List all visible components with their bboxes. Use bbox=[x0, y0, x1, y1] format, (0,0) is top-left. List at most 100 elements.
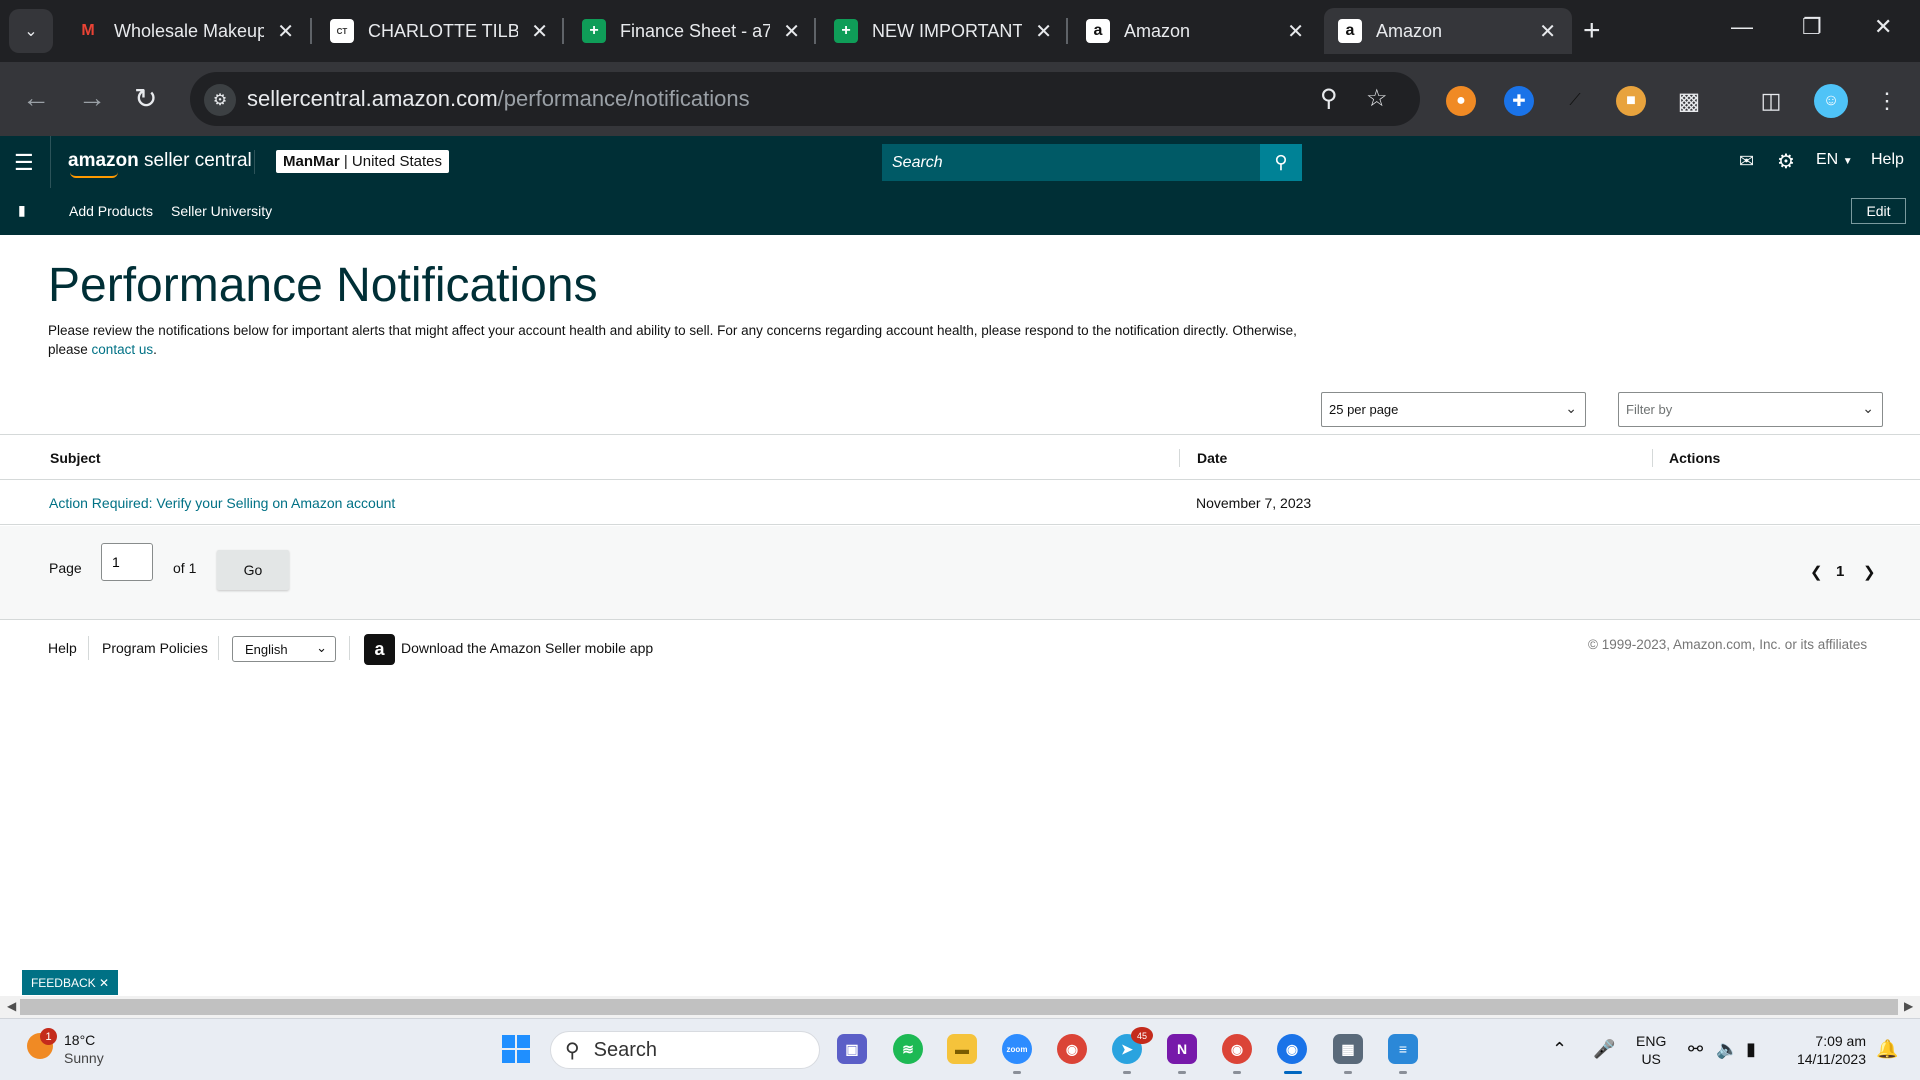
spotify-icon[interactable]: ≋ bbox=[893, 1034, 923, 1064]
settings-gear-icon[interactable]: ⚙ bbox=[1777, 149, 1795, 174]
side-panel-icon[interactable]: ◫ bbox=[1756, 86, 1786, 116]
weather-widget[interactable]: 18°C Sunny bbox=[64, 1031, 104, 1067]
minimize-icon[interactable]: — bbox=[1731, 14, 1753, 40]
go-button[interactable]: Go bbox=[217, 550, 289, 590]
footer-language-select[interactable]: English ⌄ bbox=[232, 636, 336, 662]
close-icon[interactable]: ✕ bbox=[531, 19, 548, 44]
hamburger-menu-icon[interactable]: ☰ bbox=[14, 150, 34, 176]
tab-separator bbox=[814, 18, 816, 44]
url-text[interactable]: sellercentral.amazon.com/performance/not… bbox=[247, 86, 750, 112]
close-icon[interactable]: ✕ bbox=[1287, 19, 1304, 44]
extension-blue-icon[interactable]: ✚ bbox=[1504, 86, 1534, 116]
notepad-icon[interactable]: ≡ bbox=[1388, 1034, 1418, 1064]
mail-icon[interactable]: ✉ bbox=[1739, 151, 1754, 172]
restore-icon[interactable]: ❐ bbox=[1802, 14, 1822, 40]
extensions-puzzle-icon[interactable]: ▩ bbox=[1674, 86, 1704, 116]
back-arrow-icon[interactable]: ← bbox=[22, 82, 50, 114]
tab-charlotte-tilbury[interactable]: CT CHARLOTTE TILBURY ✕ bbox=[316, 8, 564, 54]
profile-avatar[interactable]: ☺ bbox=[1814, 84, 1848, 118]
bookmark-star-icon[interactable]: ☆ bbox=[1366, 84, 1388, 113]
extension-honey-icon[interactable]: ■ bbox=[1616, 86, 1646, 116]
browser-menu-icon[interactable]: ⋮ bbox=[1872, 86, 1902, 116]
taskbar-search[interactable]: ⚲ Search bbox=[550, 1031, 820, 1069]
weather-desc: Sunny bbox=[64, 1050, 104, 1066]
search-input[interactable] bbox=[882, 144, 1260, 181]
add-products-link[interactable]: Add Products bbox=[69, 203, 153, 219]
calculator-icon[interactable]: ▦ bbox=[1333, 1034, 1363, 1064]
url-path: /performance/notifications bbox=[497, 86, 750, 111]
tab-gmail[interactable]: M Wholesale Makeup ✕ bbox=[62, 8, 310, 54]
close-icon[interactable]: ✕ bbox=[1539, 19, 1556, 44]
teams-chat-icon[interactable]: ▣ bbox=[837, 1034, 867, 1064]
tab-search-button[interactable]: ⌄ bbox=[9, 9, 53, 53]
scroll-left-icon[interactable]: ◀ bbox=[7, 999, 16, 1013]
page-title: Performance Notifications bbox=[48, 259, 598, 312]
browser-toolbar: ← → ↻ ⚙ sellercentral.amazon.com/perform… bbox=[0, 62, 1920, 136]
logo-amazon-text: amazon bbox=[68, 150, 139, 171]
bookmark-icon[interactable]: ▮ bbox=[18, 202, 26, 219]
amazon-seller-app-icon[interactable]: a bbox=[364, 634, 395, 665]
contact-us-link[interactable]: contact us bbox=[92, 342, 154, 357]
volume-icon[interactable]: 🔈 bbox=[1716, 1039, 1738, 1060]
horizontal-scrollbar[interactable]: ◀ ▶ bbox=[0, 996, 1920, 1018]
reload-icon[interactable]: ↻ bbox=[134, 82, 157, 115]
page-number-input[interactable] bbox=[101, 543, 153, 581]
notification-bell-icon[interactable]: 🔔 bbox=[1876, 1039, 1898, 1060]
per-page-select[interactable]: 25 per page ⌄ bbox=[1321, 392, 1586, 427]
chrome-active-icon[interactable]: ◉ bbox=[1277, 1034, 1307, 1064]
notification-subject-link[interactable]: Action Required: Verify your Selling on … bbox=[49, 495, 395, 511]
column-subject[interactable]: Subject bbox=[50, 450, 101, 466]
next-page-icon[interactable]: ❯ bbox=[1863, 563, 1876, 581]
close-icon[interactable]: ✕ bbox=[783, 19, 800, 44]
seller-central-logo[interactable]: amazon seller central bbox=[68, 150, 252, 178]
microphone-icon[interactable]: 🎤 bbox=[1593, 1039, 1615, 1060]
extension-dark-icon[interactable]: ⟋ bbox=[1560, 86, 1590, 116]
footer-help-link[interactable]: Help bbox=[48, 640, 77, 656]
column-divider bbox=[1652, 449, 1653, 467]
previous-page-icon[interactable]: ❮ bbox=[1810, 563, 1823, 581]
tab-title: Finance Sheet - a7 bbox=[620, 20, 770, 41]
site-info-icon[interactable]: ⚙ bbox=[204, 84, 236, 116]
tab-new-important[interactable]: + NEW IMPORTANT ✕ bbox=[820, 8, 1068, 54]
table-header: Subject Date Actions bbox=[0, 434, 1920, 480]
program-policies-link[interactable]: Program Policies bbox=[102, 640, 208, 656]
tab-finance-sheet[interactable]: + Finance Sheet - a7 ✕ bbox=[568, 8, 816, 54]
filter-select[interactable]: Filter by ⌄ bbox=[1618, 392, 1883, 427]
onenote-icon[interactable]: N bbox=[1167, 1034, 1197, 1064]
forward-arrow-icon[interactable]: → bbox=[78, 82, 106, 114]
zoom-icon[interactable]: zoom bbox=[1002, 1034, 1032, 1064]
windows-start-icon[interactable] bbox=[502, 1035, 530, 1063]
close-icon[interactable]: ✕ bbox=[99, 976, 109, 990]
store-selector[interactable]: ManMar | United States bbox=[276, 150, 449, 173]
wifi-icon[interactable]: ⚯ bbox=[1688, 1039, 1703, 1060]
zoom-icon[interactable]: ⚲ bbox=[1320, 84, 1338, 113]
extension-orange-icon[interactable]: ● bbox=[1446, 86, 1476, 116]
address-bar[interactable]: ⚙ sellercentral.amazon.com/performance/n… bbox=[190, 72, 1420, 126]
help-link[interactable]: Help bbox=[1871, 151, 1904, 169]
edit-shortcuts-button[interactable]: Edit bbox=[1851, 198, 1906, 224]
scroll-right-icon[interactable]: ▶ bbox=[1904, 999, 1913, 1013]
close-icon[interactable]: ✕ bbox=[1035, 19, 1052, 44]
window-close-icon[interactable]: ✕ bbox=[1874, 14, 1892, 40]
feedback-button[interactable]: FEEDBACK ✕ bbox=[22, 970, 118, 995]
seller-university-link[interactable]: Seller University bbox=[171, 203, 272, 219]
current-page-number[interactable]: 1 bbox=[1836, 563, 1844, 580]
chrome-icon[interactable]: ◉ bbox=[1057, 1034, 1087, 1064]
new-tab-button[interactable]: + bbox=[1583, 14, 1601, 48]
file-explorer-icon[interactable]: ▬ bbox=[947, 1034, 977, 1064]
search-button[interactable]: ⚲ bbox=[1260, 144, 1302, 181]
system-clock[interactable]: 7:09 am 14/11/2023 bbox=[1784, 1032, 1866, 1068]
column-date[interactable]: Date bbox=[1197, 450, 1227, 466]
chrome-profile-icon[interactable]: ◉ bbox=[1222, 1034, 1252, 1064]
scrollbar-thumb[interactable] bbox=[20, 999, 1898, 1015]
close-icon[interactable]: ✕ bbox=[277, 19, 294, 44]
language-selector[interactable]: EN ▼ bbox=[1816, 151, 1853, 169]
tab-separator bbox=[1066, 18, 1068, 44]
copyright-text: © 1999-2023, Amazon.com, Inc. or its aff… bbox=[1588, 637, 1868, 652]
download-app-link[interactable]: Download the Amazon Seller mobile app bbox=[401, 640, 653, 656]
chevron-up-icon[interactable]: ⌃ bbox=[1552, 1039, 1567, 1060]
tab-amazon[interactable]: a Amazon ✕ bbox=[1072, 8, 1320, 54]
input-language[interactable]: ENG US bbox=[1636, 1032, 1666, 1068]
battery-icon[interactable]: ▮ bbox=[1746, 1039, 1756, 1060]
tab-amazon-active[interactable]: a Amazon ✕ bbox=[1324, 8, 1572, 54]
